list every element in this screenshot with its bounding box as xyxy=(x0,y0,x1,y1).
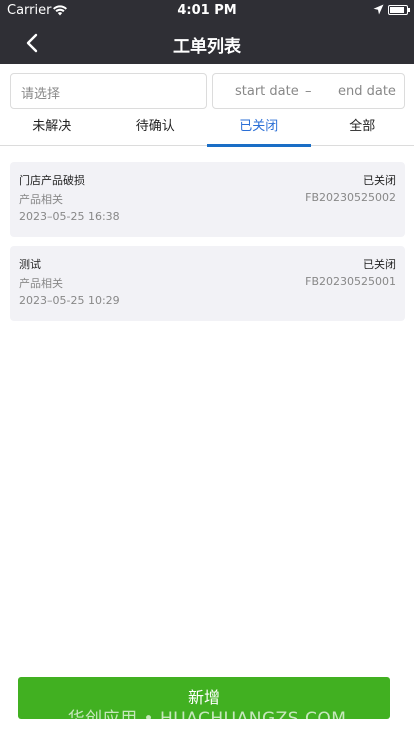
ticket-card[interactable]: 测试 已关闭 产品相关 FB20230525001 2023–05-25 10:… xyxy=(10,246,405,321)
battery-fill xyxy=(390,7,405,13)
ticket-code: FB20230525002 xyxy=(305,191,396,204)
category-select[interactable]: 请选择 xyxy=(10,73,207,109)
ticket-category: 产品相关 xyxy=(19,193,63,206)
ticket-name: 门店产品破损 xyxy=(19,174,85,187)
nav-bar: 工单列表 xyxy=(0,22,414,64)
clock: 4:01 PM xyxy=(177,3,237,18)
page-title: 工单列表 xyxy=(173,37,241,57)
ticket-code: FB20230525001 xyxy=(305,275,396,288)
ticket-time: 2023–05-25 16:38 xyxy=(19,210,120,223)
end-date-field[interactable]: end date xyxy=(338,84,396,99)
ticket-card[interactable]: 门店产品破损 已关闭 产品相关 FB20230525002 2023–05-25… xyxy=(10,162,405,237)
tab-unresolved[interactable]: 未解决 xyxy=(0,110,104,146)
ticket-name: 测试 xyxy=(19,258,41,271)
date-separator: – xyxy=(305,84,312,99)
ticket-category: 产品相关 xyxy=(19,277,63,290)
status-bar: Carrier 4:01 PM xyxy=(0,0,414,22)
ticket-list: 门店产品破损 已关闭 产品相关 FB20230525002 2023–05-25… xyxy=(10,162,405,330)
watermark-text: 华创应用 • HUACHUANGZS.COM xyxy=(67,709,347,729)
ticket-status: 已关闭 xyxy=(363,174,396,187)
tab-pending-confirm[interactable]: 待确认 xyxy=(104,110,208,146)
battery-icon xyxy=(388,5,410,15)
date-range-picker[interactable]: start date – end date xyxy=(212,73,405,109)
filter-row: 请选择 start date – end date xyxy=(10,73,405,109)
start-date-field[interactable]: start date xyxy=(235,84,299,99)
status-tabs: 未解决 待确认 已关闭 全部 xyxy=(0,110,414,147)
ticket-time: 2023–05-25 10:29 xyxy=(19,294,120,307)
tab-closed[interactable]: 已关闭 xyxy=(207,110,311,147)
tab-all[interactable]: 全部 xyxy=(311,110,414,146)
location-arrow-icon xyxy=(373,4,384,15)
ticket-status: 已关闭 xyxy=(363,258,396,271)
